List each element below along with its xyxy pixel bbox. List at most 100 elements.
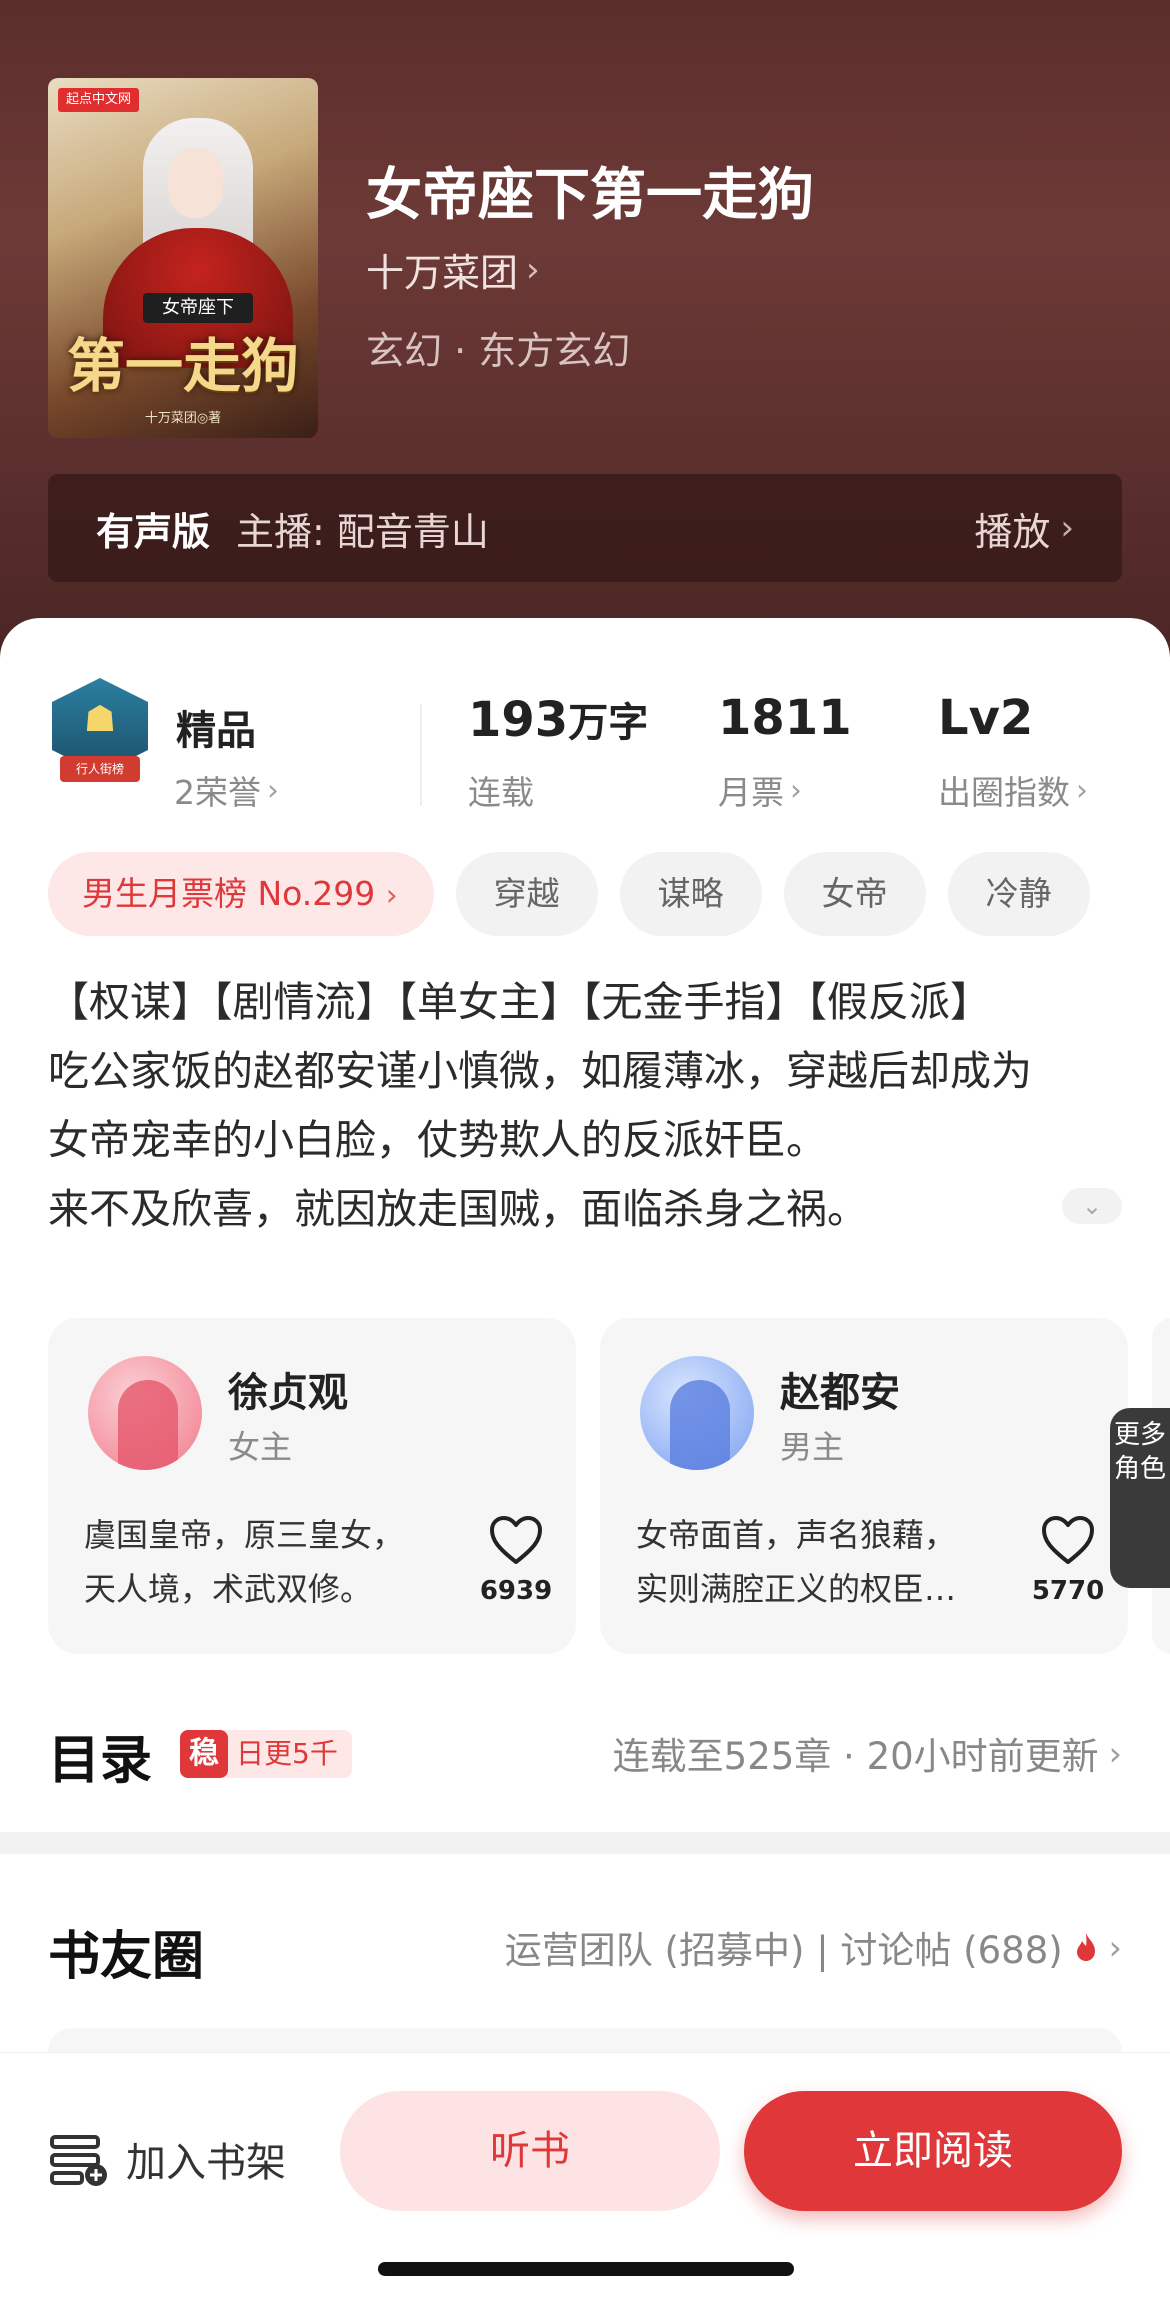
description-line: 来不及欣喜，就因放走国贼，面临杀身之祸。 (48, 1185, 868, 1233)
stable-update-icon: 稳 (180, 1730, 228, 1778)
author-link[interactable]: 十万菜团 › (366, 242, 540, 297)
character-card[interactable]: 赵都安 男主 女帝面首，声名狼藉， 实则满腔正义的权臣… 5770 (600, 1318, 1128, 1654)
update-badge-text: 日更5千 (236, 1737, 338, 1770)
book-title: 女帝座下第一走狗 (366, 163, 814, 228)
character-description: 女帝面首，声名狼藉， 实则满腔正义的权臣… (636, 1508, 1016, 1616)
update-badge: 稳 日更5千 (180, 1730, 352, 1778)
heart-icon[interactable] (488, 1514, 544, 1566)
cover-subtitle: 女帝座下 (143, 293, 253, 323)
audio-version-bar[interactable]: 有声版 主播: 配音青山 播放 › (48, 474, 1122, 582)
tag-chip[interactable]: 穿越 (455, 852, 598, 936)
popularity-link[interactable]: 出圈指数 › (938, 766, 1088, 814)
book-circle-title: 书友圈 (48, 1927, 205, 1987)
character-role: 男主 (780, 1428, 845, 1466)
tag-chip[interactable]: 女帝 (783, 852, 926, 936)
more-characters-button[interactable]: 更多角色 (1110, 1408, 1170, 1588)
chevron-right-icon: › (267, 772, 279, 808)
stats-divider (420, 704, 422, 806)
rank-tag-label: 男生月票榜 No.299 (82, 874, 376, 913)
like-count: 5770 (1031, 1576, 1105, 1606)
avatar-silhouette (118, 1380, 178, 1470)
catalog-title: 目录 (48, 1731, 153, 1791)
word-count-number: 193 (468, 692, 569, 748)
character-card[interactable]: 徐贞观 女主 虞国皇帝，原三皇女， 天人境，术武双修。 6939 (48, 1318, 576, 1654)
badge-mark: ☗ (83, 699, 117, 740)
cover-figure-face (168, 148, 223, 218)
audio-play-label: 播放 (974, 509, 1051, 554)
tag-chip[interactable]: 谋略 (619, 852, 762, 936)
book-circle-info-text: 运营团队 (招募中) | 讨论帖 (688) (504, 1929, 1063, 1972)
book-detail-card: ☗ 行人街榜 精品 2荣誉 › 193万字 连载 1811 月票 › Lv2 出… (0, 618, 1170, 2108)
catalog-row[interactable]: 目录 稳 日更5千 连载至525章 · 20小时前更新 › (48, 1718, 1122, 1798)
character-description-line: 虞国皇帝，原三皇女， (84, 1516, 405, 1554)
add-to-shelf-button[interactable]: 加入书架 (48, 2119, 286, 2199)
rank-tag[interactable]: 男生月票榜 No.299 › (48, 852, 434, 936)
add-to-shelf-label: 加入书架 (126, 2140, 286, 2186)
book-circle-info[interactable]: 运营团队 (招募中) | 讨论帖 (688) › (505, 1920, 1122, 1974)
add-shelf-icon (50, 2135, 107, 2186)
book-circle-row[interactable]: 书友圈 运营团队 (招募中) | 讨论帖 (688) › (48, 1914, 1122, 1994)
chevron-right-icon: › (385, 878, 398, 913)
chevron-right-icon: › (790, 772, 802, 808)
read-now-button[interactable]: 立即阅读 (744, 2091, 1122, 2211)
author-name: 十万菜团 (366, 251, 519, 295)
chevron-right-icon: › (1108, 1733, 1122, 1773)
honor-link[interactable]: 2荣誉 › (174, 766, 279, 814)
popularity-label: 出圈指数 (938, 773, 1070, 812)
monthly-tickets: 1811 (718, 690, 852, 746)
chevron-right-icon: › (1108, 1927, 1122, 1967)
heart-icon[interactable] (1040, 1514, 1096, 1566)
cover-logo: 起点中文网 (58, 88, 140, 112)
tag-list: 男生月票榜 No.299 › 穿越 谋略 女帝 冷静 (48, 852, 1090, 936)
book-description[interactable]: 【权谋】【剧情流】【单女主】【无金手指】【假反派】 吃公家饭的赵都安谨小慎微，如… (48, 968, 1128, 1244)
character-name: 赵都安 (780, 1370, 900, 1416)
avatar-silhouette (670, 1380, 730, 1470)
flame-icon (1076, 1933, 1095, 1961)
catalog-status[interactable]: 连载至525章 · 20小时前更新 › (613, 1726, 1122, 1780)
avatar (640, 1356, 754, 1470)
monthly-tickets-number: 1811 (718, 690, 852, 746)
word-count-unit: 万字 (568, 700, 649, 746)
description-line: 女帝宠幸的小白脸，仗势欺人的反派奸臣。 (48, 1116, 827, 1164)
avatar (88, 1356, 202, 1470)
listen-button[interactable]: 听书 (340, 2091, 720, 2211)
honor-badge-icon[interactable]: ☗ 行人街榜 (52, 678, 148, 788)
character-description: 虞国皇帝，原三皇女， 天人境，术武双修。 (84, 1508, 464, 1616)
book-genre: 玄幻 · 东方玄幻 (366, 329, 631, 373)
word-count: 193万字 (468, 690, 648, 748)
badge-ribbon: 行人街榜 (60, 756, 140, 782)
chevron-right-icon: › (1060, 508, 1074, 548)
chevron-right-icon: › (526, 249, 540, 290)
catalog-status-text: 连载至525章 · 20小时前更新 (612, 1735, 1099, 1778)
chevron-right-icon: › (1076, 772, 1088, 808)
cover-title: 第一走狗 (66, 332, 299, 400)
book-cover[interactable]: 起点中文网 女帝座下 第一走狗 十万菜团◎著 (48, 78, 318, 438)
character-list: 徐贞观 女主 虞国皇帝，原三皇女， 天人境，术武双修。 6939 赵都安 男主 … (48, 1318, 1170, 1654)
character-role: 女主 (228, 1428, 293, 1466)
description-line: 吃公家饭的赵都安谨小慎微，如履薄冰，穿越后却成为 (48, 1047, 1032, 1095)
section-divider (0, 1832, 1170, 1854)
description-line: 【权谋】【剧情流】【单女主】【无金手指】【假反派】 (48, 978, 991, 1026)
expand-chevron-down-icon[interactable]: ⌄ (1062, 1188, 1122, 1224)
character-description-line: 天人境，术武双修。 (84, 1570, 373, 1608)
stats-row: ☗ 行人街榜 精品 2荣誉 › 193万字 连载 1811 月票 › Lv2 出… (0, 678, 1170, 812)
cover-author: 十万菜团◎著 (144, 411, 222, 426)
like-count: 6939 (479, 1576, 553, 1606)
popularity-level: Lv2 (938, 690, 1033, 746)
monthly-tickets-label: 月票 (718, 773, 784, 812)
audio-play-button[interactable]: 播放 › (974, 501, 1074, 556)
tag-chip[interactable]: 冷静 (947, 852, 1090, 936)
serial-status: 连载 (468, 766, 534, 814)
character-name: 徐贞观 (228, 1370, 348, 1416)
home-indicator[interactable] (378, 2262, 794, 2276)
honor-count: 2荣誉 (174, 773, 261, 812)
popularity-level-number: Lv2 (938, 690, 1034, 746)
audio-label: 有声版 (96, 509, 211, 554)
monthly-tickets-link[interactable]: 月票 › (718, 766, 802, 814)
character-description-line: 实则满腔正义的权臣… (636, 1570, 957, 1608)
serial-status-label: 连载 (468, 773, 534, 812)
book-header: 起点中文网 女帝座下 第一走狗 十万菜团◎著 女帝座下第一走狗 十万菜团 › 玄… (0, 0, 1170, 660)
audio-host: 主播: 配音青山 (236, 509, 489, 554)
quality-title: 精品 (176, 708, 256, 754)
character-description-line: 女帝面首，声名狼藉， (636, 1516, 957, 1554)
